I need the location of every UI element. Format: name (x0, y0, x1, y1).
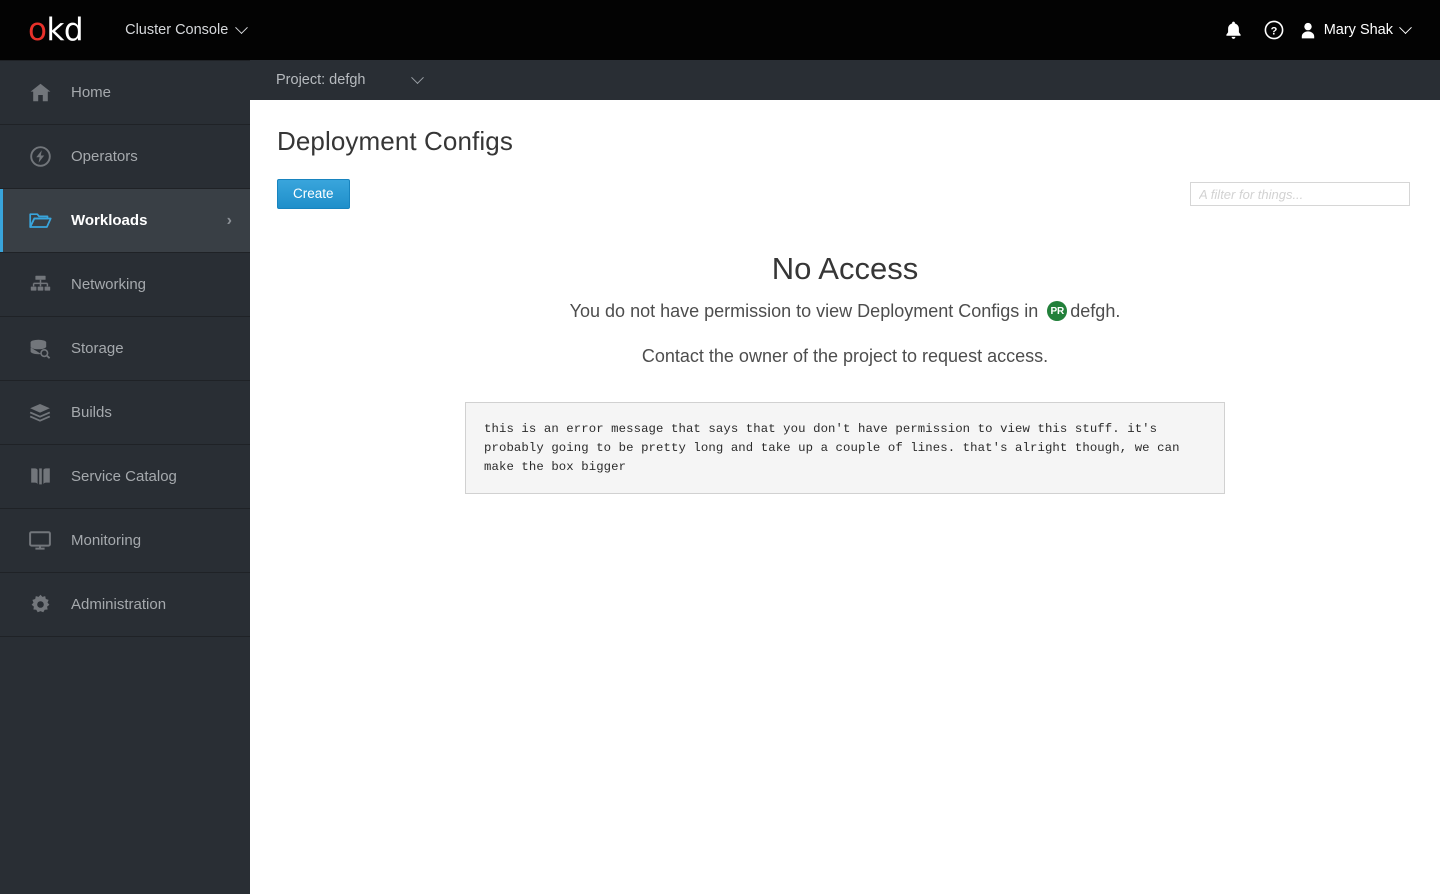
bell-icon (1226, 21, 1241, 39)
okd-logo[interactable]: okd (28, 11, 84, 48)
sidebar-empty-space (0, 637, 250, 894)
no-access-empty-state: No Access You do not have permission to … (250, 251, 1440, 494)
main-content: Deployment Configs Create No Access You … (250, 100, 1440, 894)
error-message-box: this is an error message that says that … (465, 401, 1225, 494)
sidebar-item-label: Builds (71, 404, 112, 421)
sidebar-item-label: Storage (71, 340, 124, 357)
sidebar-item-label: Monitoring (71, 532, 142, 549)
chevron-right-icon: › (226, 211, 232, 229)
monitor-icon (28, 531, 52, 550)
sidebar-item-label: Service Catalog (71, 468, 177, 485)
project-selector-bar: Project: defgh (250, 60, 1440, 100)
sidebar-item-label: Home (71, 84, 112, 101)
sidebar-item-networking[interactable]: Networking (0, 253, 250, 317)
sidebar-item-label: Networking (71, 276, 147, 293)
empty-state-message-prefix: You do not have permission to view Deplo… (569, 300, 1039, 321)
chevron-down-icon[interactable] (411, 70, 425, 84)
home-icon (28, 83, 52, 102)
gear-icon (28, 594, 52, 615)
chevron-down-icon (1399, 20, 1412, 34)
svg-text:?: ? (1270, 25, 1277, 37)
notifications-button[interactable] (1214, 10, 1254, 50)
masthead-actions: ? Mary Shak (1214, 10, 1420, 50)
sitemap-icon (28, 275, 52, 294)
layers-icon (28, 403, 52, 422)
sidebar-item-builds[interactable]: Builds (0, 381, 250, 445)
logo-letters-kd: kd (46, 11, 84, 48)
user-icon (1301, 22, 1314, 38)
toolbar: Create (250, 179, 1440, 209)
sidebar-item-label: Operators (71, 148, 138, 165)
console-switcher-label: Cluster Console (125, 22, 229, 38)
help-button[interactable]: ? (1254, 10, 1294, 50)
user-menu[interactable]: Mary Shak (1294, 10, 1420, 50)
create-button[interactable]: Create (277, 179, 350, 209)
project-selector[interactable]: Project: defgh (276, 72, 365, 88)
sidebar-navigation: Home Operators Workloads › Networking St… (0, 60, 250, 894)
project-type-badge: PR (1047, 301, 1068, 322)
logo-letter-o: o (28, 11, 47, 48)
help-circle-icon: ? (1264, 20, 1284, 40)
book-open-icon (28, 467, 52, 487)
empty-state-title: No Access (771, 251, 919, 286)
sidebar-item-workloads[interactable]: Workloads › (0, 189, 250, 253)
empty-state-message-secondary: Contact the owner of the project to requ… (641, 345, 1049, 366)
chevron-down-icon (235, 20, 249, 34)
bolt-circle-icon (28, 146, 52, 167)
empty-state-message-primary: You do not have permission to view Deplo… (250, 301, 1440, 322)
sidebar-item-service-catalog[interactable]: Service Catalog (0, 445, 250, 509)
cluster-console-page: okd Cluster Console ? Mary Shak Home Ope… (0, 0, 1440, 894)
console-switcher[interactable]: Cluster Console (125, 20, 249, 38)
sidebar-item-monitoring[interactable]: Monitoring (0, 509, 250, 573)
filter-input[interactable] (1190, 182, 1410, 206)
page-title: Deployment Configs (277, 126, 513, 156)
sidebar-item-administration[interactable]: Administration (0, 573, 250, 637)
sidebar-item-operators[interactable]: Operators (0, 125, 250, 189)
sidebar-item-home[interactable]: Home (0, 61, 250, 125)
database-search-icon (28, 339, 52, 359)
masthead: okd Cluster Console ? Mary Shak (0, 0, 1440, 60)
folder-open-icon (28, 211, 52, 230)
sidebar-item-label: Administration (71, 596, 167, 613)
user-name-label: Mary Shak (1323, 22, 1393, 38)
project-name-label: defgh. (1070, 300, 1121, 321)
sidebar-item-storage[interactable]: Storage (0, 317, 250, 381)
sidebar-item-label: Workloads (71, 212, 148, 229)
